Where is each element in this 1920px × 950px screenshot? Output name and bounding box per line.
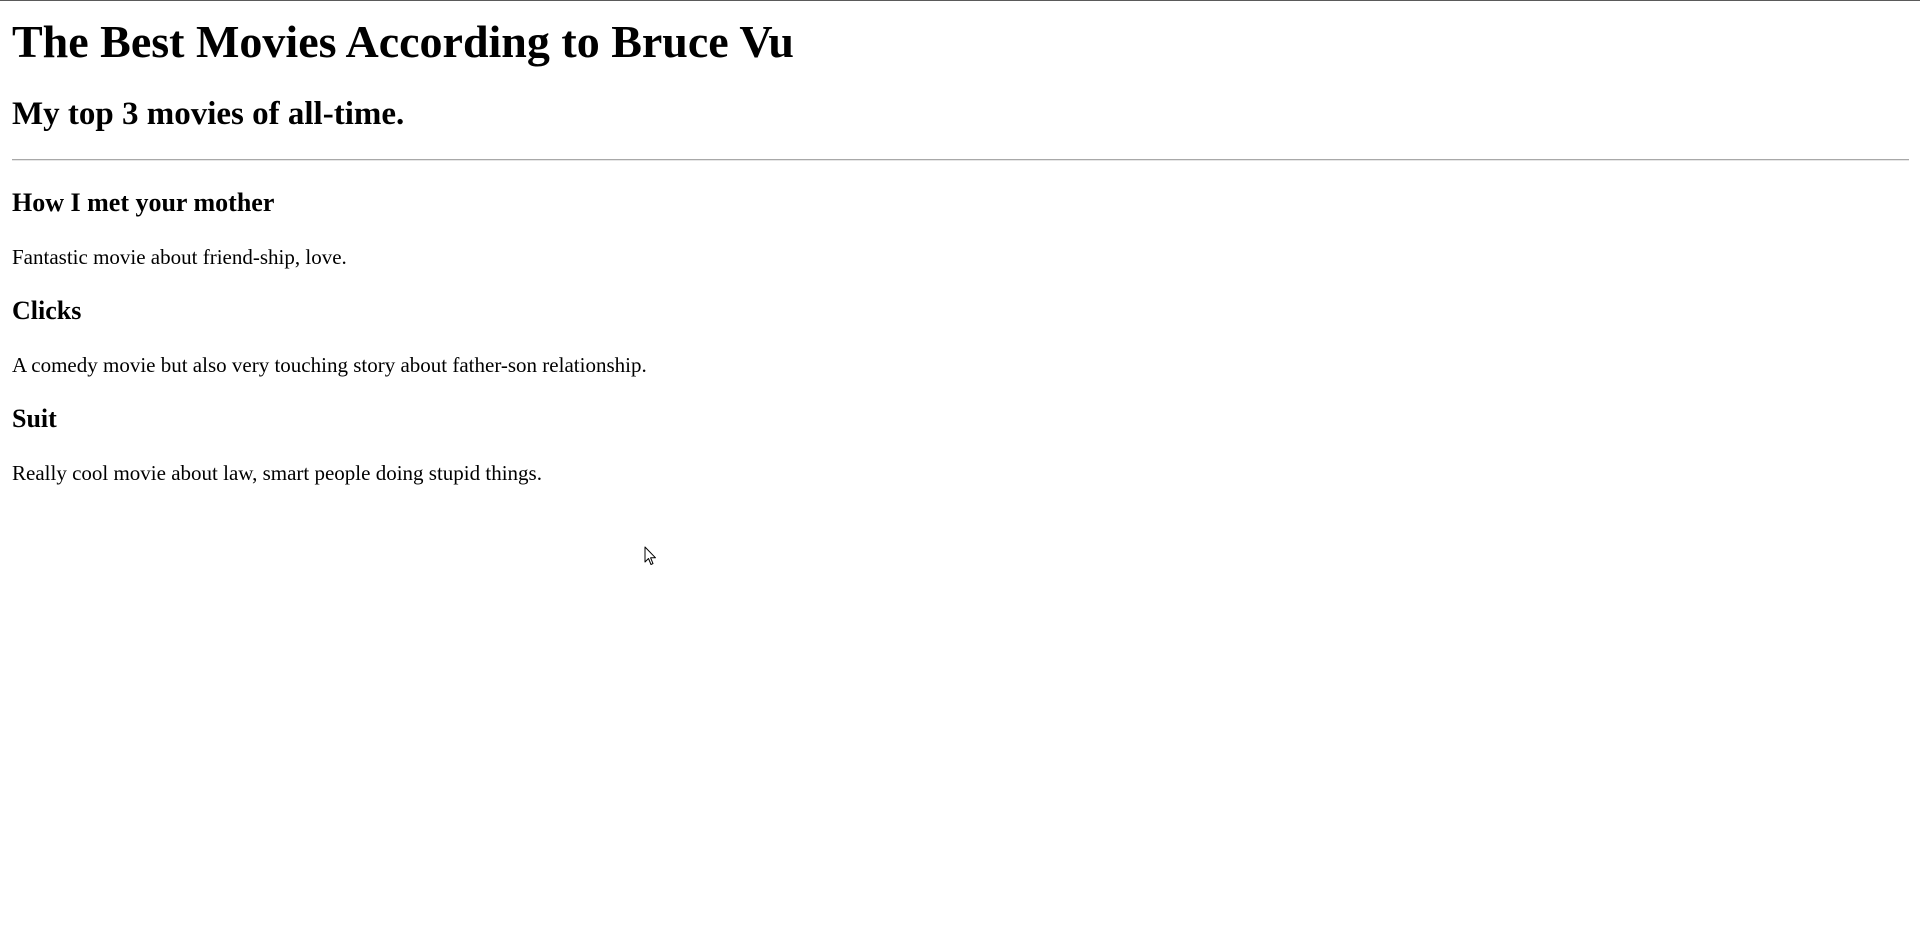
movie-description: A comedy movie but also very touching st… — [12, 353, 647, 377]
page-subtitle: My top 3 movies of all-time. — [12, 96, 405, 132]
movie-title: How I met your mother — [12, 188, 275, 217]
movie-list: How I met your mother Fantastic movie ab… — [12, 188, 1908, 485]
movie-title: Suit — [12, 404, 57, 433]
movie-title: Clicks — [12, 296, 82, 325]
page-content: The Best Movies According to Bruce Vu My… — [0, 15, 1920, 485]
movie-description: Fantastic movie about friend-ship, love. — [12, 245, 347, 269]
movie-item: Suit Really cool movie about law, smart … — [12, 404, 1908, 485]
movie-item: How I met your mother Fantastic movie ab… — [12, 188, 1908, 269]
movie-description: Really cool movie about law, smart peopl… — [12, 461, 542, 485]
mouse-pointer-icon — [644, 546, 656, 565]
page-title: The Best Movies According to Bruce Vu — [12, 16, 794, 67]
divider — [12, 159, 1909, 161]
movie-item: Clicks A comedy movie but also very touc… — [12, 296, 1908, 377]
